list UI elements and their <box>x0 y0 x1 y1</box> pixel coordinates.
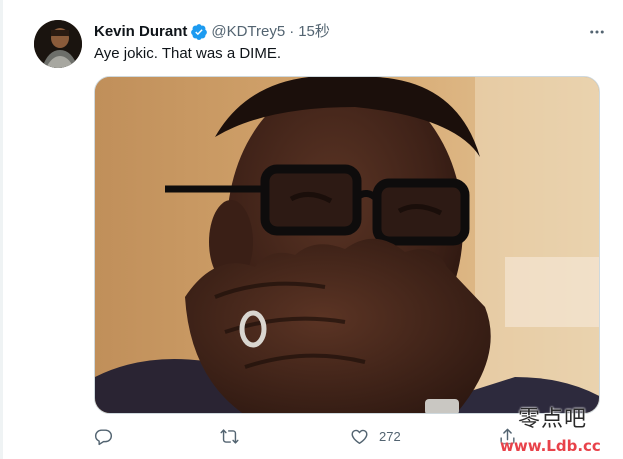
verified-badge-icon <box>190 23 208 41</box>
author-handle[interactable]: @KDTrey5 <box>211 22 285 42</box>
author-name[interactable]: Kevin Durant <box>94 22 187 42</box>
author-avatar[interactable] <box>34 20 82 68</box>
like-count: 272 <box>379 428 401 444</box>
tweet-media-image[interactable] <box>94 76 600 414</box>
header-separator: · <box>289 23 295 40</box>
tweet-header: Kevin Durant @KDTrey5 · 15秒 <box>94 22 330 42</box>
tweet-timestamp[interactable]: 15秒 <box>298 22 330 42</box>
tweet-actions: 272 <box>94 424 600 448</box>
retweet-button[interactable] <box>220 424 249 448</box>
reply-button[interactable] <box>94 424 123 448</box>
share-button[interactable] <box>498 424 517 448</box>
retweet-icon <box>220 428 239 444</box>
reply-icon <box>94 428 113 445</box>
tweet-text: Aye jokic. That was a DIME. <box>94 45 282 62</box>
like-button[interactable]: 272 <box>350 424 401 448</box>
share-icon <box>500 428 515 444</box>
tweet-card: Kevin Durant @KDTrey5 · 15秒 Aye jokic. T… <box>0 0 623 459</box>
heart-icon <box>351 429 368 444</box>
avatar-image <box>34 20 82 68</box>
page-edge <box>0 0 3 459</box>
more-options-icon[interactable] <box>586 22 608 42</box>
crying-man-photo <box>95 77 599 413</box>
